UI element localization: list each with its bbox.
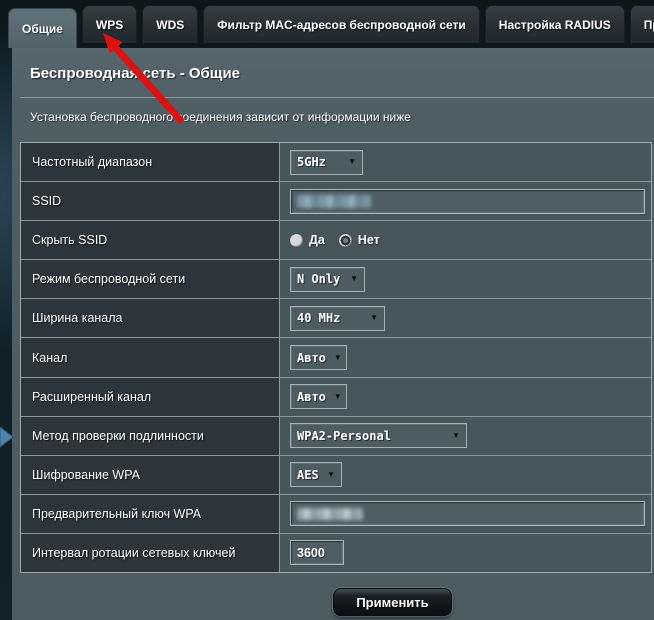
settings-table: Частотный диапазон 5GHz ▼ SSID Скрыть SS…: [20, 142, 652, 573]
wireless-mode-select[interactable]: N Only ▼: [290, 266, 365, 292]
field-label: Метод проверки подлинности: [21, 416, 280, 455]
table-row: Частотный диапазон 5GHz ▼: [21, 143, 651, 182]
wireless-tabbar: Общие WPS WDS Фильтр MAC-адресов беспров…: [8, 5, 654, 48]
table-row: Расширенный канал Авто ▼: [21, 376, 651, 416]
field-label: Шифрование WPA: [21, 455, 280, 494]
field-label: SSID: [21, 182, 280, 221]
table-row: Метод проверки подлинности WPA2-Personal…: [21, 415, 651, 455]
table-row: Шифрование WPA AES ▼: [21, 454, 651, 494]
table-row: Скрыть SSID Да Нет: [21, 220, 651, 260]
field-label: Предварительный ключ WPA: [21, 494, 280, 533]
ssid-input[interactable]: [290, 188, 645, 214]
tab-radius[interactable]: Настройка RADIUS: [484, 5, 625, 43]
chevron-down-icon: ▼: [333, 391, 342, 401]
channel-select[interactable]: Авто ▼: [290, 345, 347, 371]
apply-button[interactable]: Применить: [333, 588, 452, 616]
field-label: Ширина канала: [21, 299, 280, 338]
field-label: Частотный диапазон: [21, 143, 280, 182]
hide-ssid-radio-group: Да Нет: [290, 233, 394, 247]
field-label: Расширенный канал: [21, 377, 280, 416]
field-label: Канал: [21, 338, 280, 377]
frequency-select[interactable]: 5GHz ▼: [290, 149, 363, 175]
chevron-down-icon: ▼: [348, 157, 356, 167]
content-panel: Беспроводная сеть - Общие Установка бесп…: [12, 48, 654, 620]
tab-wds[interactable]: WDS: [142, 5, 199, 43]
table-row: SSID: [21, 181, 651, 221]
field-label: Интервал ротации сетевых ключей: [21, 533, 280, 573]
redacted-wpa-key-value: [297, 507, 363, 520]
table-row: Ширина канала 40 MHz ▼: [21, 298, 651, 338]
tab-general[interactable]: Общие: [8, 8, 77, 48]
table-row: Режим беспроводной сети N Only ▼: [21, 259, 651, 299]
router-settings-page: Общие WPS WDS Фильтр MAC-адресов беспров…: [0, 0, 654, 620]
page-title: Беспроводная сеть - Общие: [30, 65, 241, 82]
table-row: Предварительный ключ WPA: [21, 493, 651, 533]
chevron-down-icon: ▼: [327, 469, 335, 479]
chevron-down-icon: ▼: [333, 352, 342, 362]
table-row: Канал Авто ▼: [21, 337, 651, 377]
radio-no[interactable]: Нет: [338, 233, 380, 247]
channel-width-select[interactable]: 40 MHz ▼: [290, 305, 385, 331]
chevron-down-icon: ▼: [350, 274, 358, 284]
radio-yes[interactable]: Да: [290, 233, 325, 247]
field-label: Скрыть SSID: [21, 221, 280, 260]
tab-mac-filter[interactable]: Фильтр MAC-адресов беспроводной сети: [203, 5, 480, 43]
tab-professional[interactable]: Профессионально: [629, 5, 654, 43]
title-divider: [20, 97, 654, 98]
redacted-ssid-value: [297, 194, 371, 208]
tab-wps[interactable]: WPS: [81, 5, 138, 43]
key-rotation-input[interactable]: 3600: [290, 540, 344, 566]
radio-selected-icon: [338, 233, 352, 247]
wpa-encryption-select[interactable]: AES ▼: [290, 462, 342, 488]
field-label: Режим беспроводной сети: [21, 260, 280, 299]
extension-channel-select[interactable]: Авто ▼: [290, 384, 347, 410]
chevron-down-icon: ▼: [452, 430, 460, 440]
chevron-down-icon: ▼: [370, 313, 378, 323]
table-row: Интервал ротации сетевых ключей 3600: [21, 532, 651, 573]
radio-icon: [290, 233, 303, 247]
wpa-key-input[interactable]: [290, 501, 645, 527]
page-description: Установка беспроводного соединения завис…: [30, 110, 411, 124]
auth-method-select[interactable]: WPA2-Personal ▼: [290, 423, 467, 449]
